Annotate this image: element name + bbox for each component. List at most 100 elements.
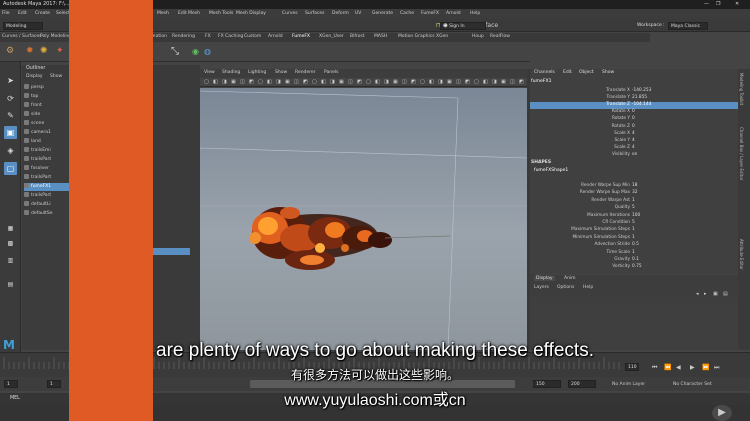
channel-value[interactable]: 0 [632, 124, 635, 129]
shelf-tab-xgen[interactable]: XGen [436, 34, 448, 39]
rotate-tool-icon[interactable]: ◈ [4, 144, 17, 157]
move-tool-icon[interactable]: ▣ [4, 126, 17, 139]
layers-menu[interactable]: Layers [534, 285, 549, 290]
menu-arnold[interactable]: Arnold [446, 11, 461, 16]
viewport-menu-panels[interactable]: Panels [324, 70, 338, 75]
menu-mesh-tools[interactable]: Mesh Tools [209, 11, 233, 16]
viewport-tool-icon[interactable]: ◫ [402, 79, 407, 85]
channel-row[interactable]: Scale Z4 [530, 145, 738, 152]
viewport-tool-icon[interactable]: ◩ [465, 79, 470, 85]
shape-attr-row[interactable]: Minimum Simulation Steps 1 [530, 235, 738, 242]
viewport-menu-shading[interactable]: Shading [222, 70, 240, 75]
outliner-item[interactable]: defaultLi [24, 201, 70, 209]
select-tool-icon[interactable]: ➤ [4, 74, 17, 87]
channel-row[interactable]: Rotate Y0 [530, 116, 738, 123]
viewport-tool-icon[interactable]: ◨ [222, 79, 227, 85]
channel-row[interactable]: Scale Y4 [530, 138, 738, 145]
viewport-tool-icon[interactable]: ▢ [258, 79, 263, 85]
channel-value[interactable]: 4 [632, 145, 635, 150]
shape-attr-row[interactable]: Gravity 0.1 [530, 257, 738, 264]
two-layout-icon[interactable]: ▥ [4, 254, 17, 267]
shelf-tab-custom[interactable]: Custom [244, 34, 261, 39]
shape-attr-row[interactable]: Maximum Simulation Steps 1 [530, 227, 738, 234]
outliner-item[interactable]: persp [24, 84, 70, 92]
outliner-item[interactable]: fumeFX1 [24, 183, 70, 191]
outliner-item[interactable]: trailsPart [24, 174, 70, 182]
menu-select[interactable]: Select [56, 11, 70, 16]
channels-tab[interactable]: Channels [534, 70, 555, 75]
viewport-tool-icon[interactable]: ▣ [285, 79, 290, 85]
object-tab[interactable]: Object [579, 70, 594, 75]
edit-tab[interactable]: Edit [563, 70, 572, 75]
show-tab[interactable]: Show [602, 70, 614, 75]
viewport-tool-icon[interactable]: ◨ [276, 79, 281, 85]
shelf-tab-bifrost[interactable]: Bifrost [350, 34, 365, 39]
channel-value[interactable]: 4 [632, 131, 635, 136]
pick-tool-icon[interactable]: ⤡ [171, 46, 179, 57]
shelf-tab-xgen-user[interactable]: XGen_User [319, 34, 344, 39]
viewport-tool-icon[interactable]: ▢ [204, 79, 209, 85]
shelf-tab-fx[interactable]: FX [205, 34, 211, 39]
menu-surfaces[interactable]: Surfaces [305, 11, 325, 16]
menu-mesh-display[interactable]: Mesh Display [236, 11, 266, 16]
viewport-menu-show[interactable]: Show [275, 70, 287, 75]
helper-icon[interactable]: ◍ [204, 47, 211, 56]
channel-value[interactable]: on [632, 152, 637, 157]
shape-attr-value[interactable]: 0.1 [632, 257, 639, 262]
shape-attr-value[interactable]: 1 [632, 227, 635, 232]
modeling-toolkit-tab[interactable]: Modeling Toolkit [739, 73, 744, 105]
channel-box-tab[interactable]: Channel Box / Layer Editor [739, 127, 744, 180]
outliner-item[interactable]: side [24, 111, 70, 119]
shape-attr-value[interactable]: 1 [632, 250, 635, 255]
shelf-tab-realflow[interactable]: RealFlow [490, 34, 510, 39]
shelf-tab-mash[interactable]: MASH [374, 34, 387, 39]
gear-shelf-icon[interactable]: ⚙ [6, 46, 14, 56]
four-layout-icon[interactable]: ▩ [4, 237, 17, 250]
outliner-item[interactable]: camera1 [24, 129, 70, 137]
menu-curves[interactable]: Curves [282, 11, 298, 16]
viewport-tool-icon[interactable]: ◫ [456, 79, 461, 85]
workspace-dropdown[interactable]: Maya Classic [668, 22, 708, 30]
shape-attr-row[interactable]: Cfl Condition 5 [530, 220, 738, 227]
shelf-tab-arnold[interactable]: Arnold [268, 34, 283, 39]
viewport-tool-icon[interactable]: ◧ [267, 79, 272, 85]
channel-row[interactable]: Visibility on [530, 152, 738, 159]
shape-attr-row[interactable]: Render Warpe Ast 1 [530, 198, 738, 205]
menu-cache[interactable]: Cache [400, 11, 414, 16]
viewport-tool-icon[interactable]: ▣ [501, 79, 506, 85]
viewport-tool-icon[interactable]: ▣ [231, 79, 236, 85]
emitter-icon[interactable]: ✹ [26, 46, 34, 56]
viewport-tool-icon[interactable]: ◨ [438, 79, 443, 85]
menu-uv[interactable]: UV [355, 11, 361, 16]
viewport-tool-icon[interactable]: ◧ [375, 79, 380, 85]
channel-value[interactable]: -140.253 [632, 88, 651, 93]
sun-icon[interactable]: ✺ [40, 46, 48, 56]
shelf-tab-motion-graphics[interactable]: Motion Graphics [398, 34, 435, 39]
sign-in-button[interactable]: ☻ Sign In [440, 22, 486, 30]
anim-layer-tab[interactable]: Anim [564, 276, 576, 281]
menu-generate[interactable]: Generate [372, 11, 393, 16]
viewport-tool-icon[interactable]: ◨ [492, 79, 497, 85]
outliner-item[interactable]: front [24, 102, 70, 110]
channel-value[interactable]: 0 [632, 116, 635, 121]
outliner-layout-icon[interactable]: ▤ [4, 278, 17, 291]
viewport-tool-icon[interactable]: ▢ [366, 79, 371, 85]
shape-attr-value[interactable]: 100 [632, 213, 640, 218]
viewport-tool-icon[interactable]: ◩ [249, 79, 254, 85]
shelf-tab-poly-modeling[interactable]: Poly Modeling [40, 34, 71, 39]
menu-fumefx[interactable]: FumeFX [421, 11, 439, 16]
outliner-show-menu[interactable]: Show [50, 74, 62, 79]
viewport-tool-icon[interactable]: ▢ [474, 79, 479, 85]
shape-attr-row[interactable]: Vorticity 0.75 [530, 264, 738, 271]
menu-deform[interactable]: Deform [332, 11, 349, 16]
viewport-tool-icon[interactable]: ◫ [510, 79, 515, 85]
mode-selector[interactable]: Modeling [3, 22, 43, 30]
viewport-tool-icon[interactable]: ◧ [321, 79, 326, 85]
close-button[interactable]: ✕ [735, 1, 739, 7]
shape-attr-row[interactable]: Render Warpe Sup Min 18 [530, 183, 738, 190]
shape-attr-row[interactable]: Time Scale 1 [530, 250, 738, 257]
shelf-tab-fx-caching[interactable]: FX Caching [218, 34, 243, 39]
3d-viewport[interactable] [200, 88, 527, 350]
outliner-item[interactable]: trailsPart [24, 192, 70, 200]
outliner-item[interactable]: fxsolver [24, 165, 70, 173]
